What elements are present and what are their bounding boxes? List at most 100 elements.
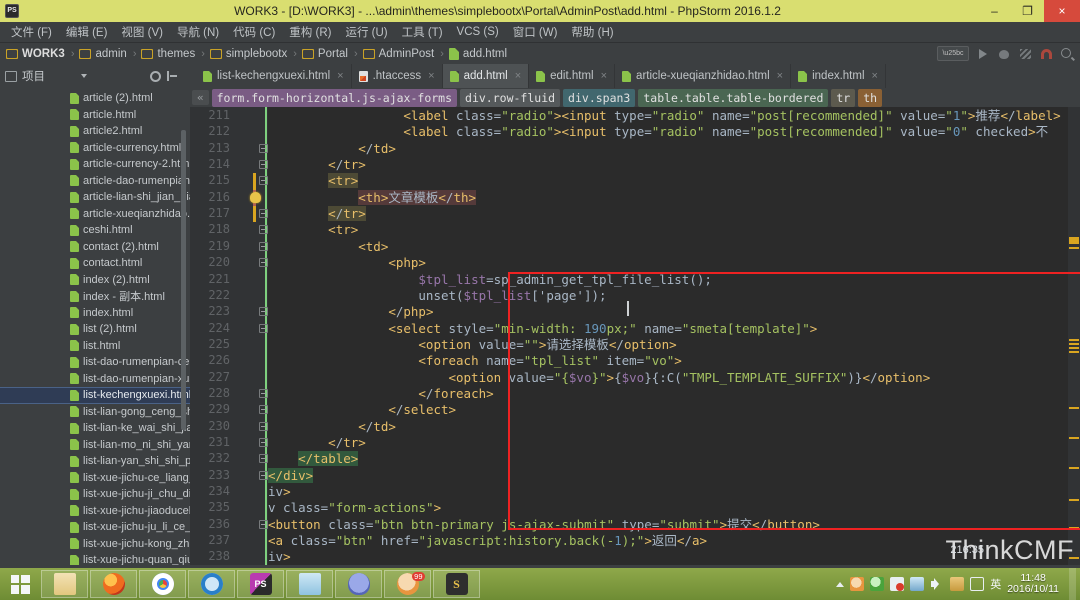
green-shield-icon[interactable] xyxy=(870,577,885,591)
code-line[interactable]: iv> xyxy=(268,484,291,500)
breadcrumb-item-themes[interactable]: themes xyxy=(141,48,195,60)
menu-item-9[interactable]: 窗口 (W) xyxy=(506,22,565,42)
taskbar-app-chrome[interactable] xyxy=(139,570,186,598)
code-line[interactable]: </td> xyxy=(358,419,396,435)
tree-file-row[interactable]: list-xue-jichu-kong_zhi_cé xyxy=(0,536,190,553)
fold-marker[interactable] xyxy=(259,225,268,235)
code-line[interactable]: <select style="min-width: 190px;" name="… xyxy=(388,321,817,337)
windows-start-icon[interactable] xyxy=(0,568,40,600)
fold-marker[interactable] xyxy=(259,421,268,431)
tree-file-row[interactable]: ceshi.html xyxy=(0,222,190,239)
tree-file-row[interactable]: list (2).html xyxy=(0,321,190,338)
chevron-down-icon[interactable] xyxy=(81,74,87,78)
taskbar-app-internet-explorer[interactable] xyxy=(188,570,235,598)
marker-tick[interactable] xyxy=(1069,347,1079,349)
code-line[interactable]: <option value="{$vo}">{$vo}{:C("TMPL_TEM… xyxy=(448,370,930,386)
code-line[interactable]: <tr> xyxy=(328,173,359,189)
search-icon[interactable] xyxy=(1060,47,1074,61)
tree-file-row[interactable]: list.html xyxy=(0,338,190,355)
tree-file-row[interactable]: list-lian-gong_ceng_shi_ji xyxy=(0,404,190,421)
editor-tab-edit-html[interactable]: edit.html × xyxy=(529,64,616,88)
marker-tick[interactable] xyxy=(1069,343,1079,345)
tree-file-row[interactable]: list-xue-jichu-ji_chu_di_li_ xyxy=(0,486,190,503)
fold-marker[interactable] xyxy=(259,388,268,398)
tree-file-row[interactable]: list-xue-jichu-jiaoduceliar xyxy=(0,503,190,520)
tree-file-row[interactable]: article.html xyxy=(0,107,190,124)
structure-chip-2[interactable]: div.span3 xyxy=(563,88,636,107)
run-icon[interactable] xyxy=(976,47,990,61)
code-line[interactable]: v class="form-actions"> xyxy=(268,500,441,516)
minimize-button[interactable]: – xyxy=(978,0,1011,22)
network-icon[interactable] xyxy=(970,577,985,591)
close-icon[interactable]: × xyxy=(515,70,521,82)
tree-scrollbar[interactable] xyxy=(181,130,186,430)
code-line[interactable]: <td> xyxy=(358,239,388,255)
collapse-all-icon[interactable] xyxy=(167,71,177,81)
menu-item-0[interactable]: 文件 (F) xyxy=(4,22,59,42)
marker-tick[interactable] xyxy=(1069,527,1079,529)
tree-file-row[interactable]: contact.html xyxy=(0,255,190,272)
tree-file-row[interactable]: index (2).html xyxy=(0,272,190,289)
editor-tab--htaccess[interactable]: .htaccess × xyxy=(352,64,443,88)
tree-file-row[interactable]: list-dao-rumenpian-xulur xyxy=(0,371,190,388)
marker-tick[interactable] xyxy=(1069,437,1079,439)
taskbar-app-qq[interactable]: 99 xyxy=(384,570,431,598)
code-line[interactable]: </select> xyxy=(388,402,456,418)
editor-tab-list-kechengxuexi-html[interactable]: list-kechengxuexi.html × xyxy=(196,64,352,88)
structure-chip-4[interactable]: tr xyxy=(831,88,856,107)
fold-marker[interactable] xyxy=(259,470,268,480)
tree-file-row[interactable]: list-xue-jichu-quan_qiu_d xyxy=(0,552,190,565)
taskbar-app-phpstorm[interactable]: PS xyxy=(237,570,284,598)
close-icon[interactable]: × xyxy=(428,70,434,82)
taskbar-clock[interactable]: 11:48 2016/10/11 xyxy=(1007,573,1063,595)
menu-item-7[interactable]: 工具 (T) xyxy=(395,22,450,42)
code-content[interactable]: <label class="radio"><input type="radio"… xyxy=(268,107,1068,565)
editor-tab-add-html[interactable]: add.html × xyxy=(442,64,530,88)
fold-marker[interactable] xyxy=(259,209,268,219)
menu-item-1[interactable]: 编辑 (E) xyxy=(59,22,115,42)
code-line[interactable]: </tr> xyxy=(328,435,366,451)
close-icon[interactable]: × xyxy=(872,70,878,82)
structure-chip-3[interactable]: table.table.table-bordered xyxy=(638,88,829,107)
close-icon[interactable]: × xyxy=(601,70,607,82)
marker-tick[interactable] xyxy=(1069,241,1079,244)
project-file-tree[interactable]: article (2).html article.html article2.htm… xyxy=(0,88,190,565)
tree-file-row[interactable]: list-kechengxuexi.html xyxy=(0,387,190,404)
show-hidden-icons[interactable] xyxy=(836,581,845,587)
breadcrumb-item-add-html[interactable]: add.html xyxy=(448,47,507,60)
marker-tick[interactable] xyxy=(1069,351,1079,353)
taskbar-app-navicat[interactable] xyxy=(335,570,382,598)
code-line[interactable]: <option value="">请选择模板</option> xyxy=(418,337,676,353)
code-line[interactable]: </php> xyxy=(388,304,433,320)
close-icon[interactable]: × xyxy=(777,70,783,82)
menu-item-10[interactable]: 帮助 (H) xyxy=(564,22,620,42)
menu-item-6[interactable]: 运行 (U) xyxy=(338,22,394,42)
breadcrumb-item-admin[interactable]: admin xyxy=(79,48,127,60)
security-icon[interactable] xyxy=(890,577,905,591)
tree-file-row[interactable]: list-lian-yan_shi_shi_ping. xyxy=(0,453,190,470)
ime-indicator[interactable]: 英 xyxy=(990,576,1001,592)
code-line[interactable]: <tr> xyxy=(328,222,358,238)
fold-marker[interactable] xyxy=(259,454,268,464)
code-line[interactable]: <label class="radio"><input type="radio"… xyxy=(403,124,1048,140)
tree-file-row[interactable]: list-lian-ke_wai_shi_jian.h xyxy=(0,420,190,437)
taskbar-app-firefox[interactable] xyxy=(90,570,137,598)
tree-file-row[interactable]: list-dao-rumenpian-celia xyxy=(0,354,190,371)
code-folding-stripe[interactable] xyxy=(259,107,268,565)
marker-tick[interactable] xyxy=(1069,247,1079,249)
fold-marker[interactable] xyxy=(259,323,268,333)
maximize-button[interactable]: ❐ xyxy=(1011,0,1044,22)
marker-tick[interactable] xyxy=(1069,467,1079,469)
coverage-icon[interactable] xyxy=(1018,47,1032,61)
taskbar-app-everything[interactable] xyxy=(286,570,333,598)
code-line[interactable]: </td> xyxy=(358,141,396,157)
fold-marker[interactable] xyxy=(259,307,268,317)
show-desktop-button[interactable] xyxy=(1069,568,1076,600)
breadcrumb-item-adminpost[interactable]: AdminPost xyxy=(362,48,434,60)
tree-file-row[interactable]: article2.html xyxy=(0,123,190,140)
code-line[interactable]: <button class="btn btn-primary js-ajax-s… xyxy=(268,517,820,533)
tree-file-row[interactable]: article-currency-2.html xyxy=(0,156,190,173)
tree-file-row[interactable]: article-lian-shi_jian_pian.l xyxy=(0,189,190,206)
breadcrumb-back-button[interactable]: « xyxy=(192,90,209,105)
menu-item-3[interactable]: 导航 (N) xyxy=(170,22,226,42)
